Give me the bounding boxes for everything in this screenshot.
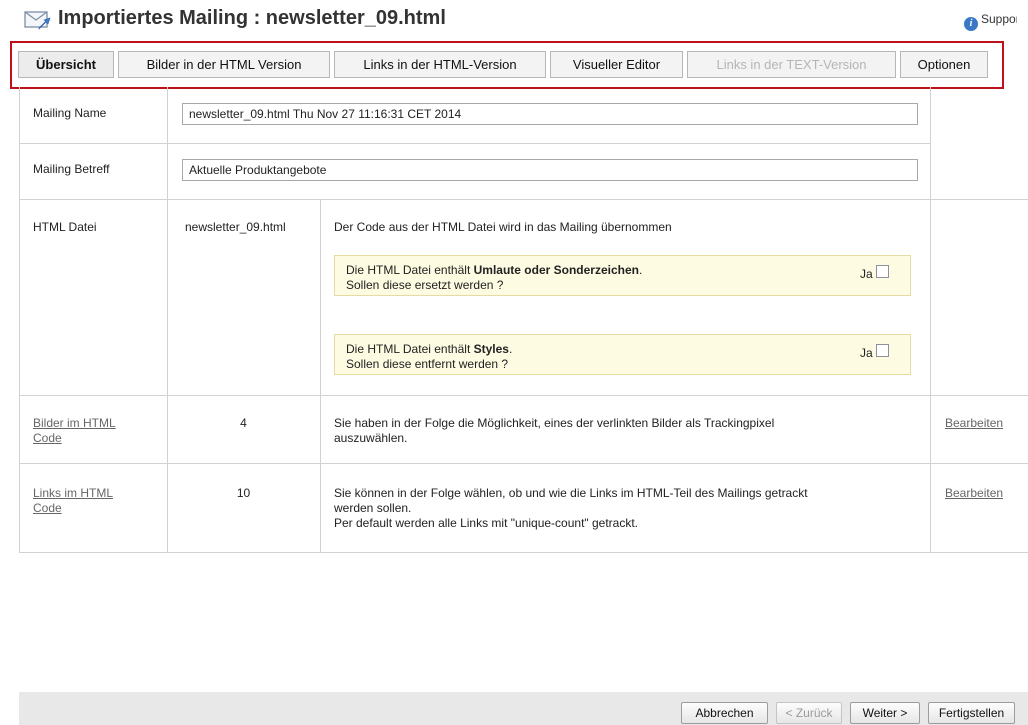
info-icon: i — [964, 17, 978, 31]
mailing-subject-label: Mailing Betreff — [33, 162, 110, 176]
umlaut-notice-suffix: . — [638, 263, 643, 277]
row-divider — [19, 199, 1028, 200]
images-link-line1: Bilder im HTML — [33, 416, 116, 430]
envelope-arrow-icon — [24, 11, 51, 30]
styles-notice-suffix: . — [508, 342, 513, 356]
styles-notice-prefix: Die HTML Datei enthält — [346, 342, 474, 356]
tab-links-html[interactable]: Links in der HTML-Version — [334, 51, 546, 78]
finish-button[interactable]: Fertigstellen — [928, 702, 1015, 724]
next-button[interactable]: Weiter > — [850, 702, 920, 724]
mailing-name-field[interactable] — [182, 103, 918, 125]
umlaut-replace-checkbox[interactable] — [876, 265, 889, 278]
cancel-button[interactable]: Abbrechen — [681, 702, 768, 724]
column-divider — [19, 87, 20, 553]
styles-remove-checkbox[interactable] — [876, 344, 889, 357]
tab-links-text: Links in der TEXT-Version — [687, 51, 896, 78]
row-divider — [19, 395, 1028, 396]
umlaut-notice-bold: Umlaute oder Sonderzeichen — [473, 263, 639, 277]
row-divider — [19, 463, 1028, 464]
images-in-html-link[interactable]: Bilder im HTML Code — [33, 416, 116, 446]
links-in-html-link[interactable]: Links im HTML Code — [33, 486, 113, 516]
column-divider — [167, 87, 168, 553]
page-title: Importiertes Mailing : newsletter_09.htm… — [58, 7, 446, 29]
umlaut-notice: Die HTML Datei enthält Umlaute oder Sond… — [334, 255, 911, 296]
links-desc-line2: werden sollen. — [334, 501, 412, 515]
row-divider — [19, 552, 1028, 553]
images-link-line2: Code — [33, 431, 62, 445]
html-file-name: newsletter_09.html — [185, 220, 286, 234]
umlaut-notice-prefix: Die HTML Datei enthält — [346, 263, 474, 277]
links-desc-line3: Per default werden alle Links mit "uniqu… — [334, 516, 639, 530]
mailing-subject-field[interactable] — [182, 159, 918, 181]
umlaut-notice-question: Sollen diese ersetzt werden ? — [346, 278, 504, 292]
wizard-footer: Abbrechen < Zurück Weiter > Fertigstelle… — [19, 692, 1028, 725]
row-divider — [19, 143, 931, 144]
styles-notice-bold: Styles — [473, 342, 509, 356]
column-divider — [320, 199, 321, 553]
mailing-name-label: Mailing Name — [33, 106, 107, 120]
links-link-line2: Code — [33, 501, 62, 515]
styles-notice-text: Die HTML Datei enthält Styles. Sollen di… — [346, 342, 512, 372]
edit-links-link[interactable]: Bearbeiten — [945, 486, 1003, 500]
support-link[interactable]: iSupport — [964, 12, 1017, 31]
html-file-description: Der Code aus der HTML Datei wird in das … — [334, 220, 672, 234]
tab-optionen[interactable]: Optionen — [900, 51, 988, 78]
html-file-label: HTML Datei — [33, 220, 97, 234]
links-desc-line1: Sie können in der Folge wählen, ob und w… — [334, 486, 808, 500]
tab-uebersicht[interactable]: Übersicht — [18, 51, 114, 78]
links-link-line1: Links im HTML — [33, 486, 114, 500]
styles-ja-label: Ja — [860, 346, 873, 360]
column-divider — [930, 87, 931, 553]
tab-bilder-html[interactable]: Bilder in der HTML Version — [118, 51, 330, 78]
mailing-overview-table: Mailing Name Mailing Betreff HTML Datei … — [19, 87, 1028, 553]
images-count: 4 — [240, 416, 247, 430]
images-desc-line2: auszuwählen. — [334, 431, 408, 445]
tab-bar: Übersicht Bilder in der HTML Version Lin… — [10, 41, 1004, 89]
links-count: 10 — [236, 486, 251, 500]
umlaut-ja-label: Ja — [860, 267, 873, 281]
umlaut-notice-text: Die HTML Datei enthält Umlaute oder Sond… — [346, 263, 642, 293]
links-description: Sie können in der Folge wählen, ob und w… — [334, 486, 808, 531]
back-button: < Zurück — [776, 702, 842, 724]
support-label: Support — [981, 12, 1017, 26]
styles-notice: Die HTML Datei enthält Styles. Sollen di… — [334, 334, 911, 375]
styles-notice-question: Sollen diese entfernt werden ? — [346, 357, 509, 371]
images-desc-line1: Sie haben in der Folge die Möglichkeit, … — [334, 416, 775, 430]
edit-images-link[interactable]: Bearbeiten — [945, 416, 1003, 430]
tab-visueller-editor[interactable]: Visueller Editor — [550, 51, 683, 78]
page-header: Importiertes Mailing : newsletter_09.htm… — [0, 0, 1028, 40]
images-description: Sie haben in der Folge die Möglichkeit, … — [334, 416, 774, 446]
